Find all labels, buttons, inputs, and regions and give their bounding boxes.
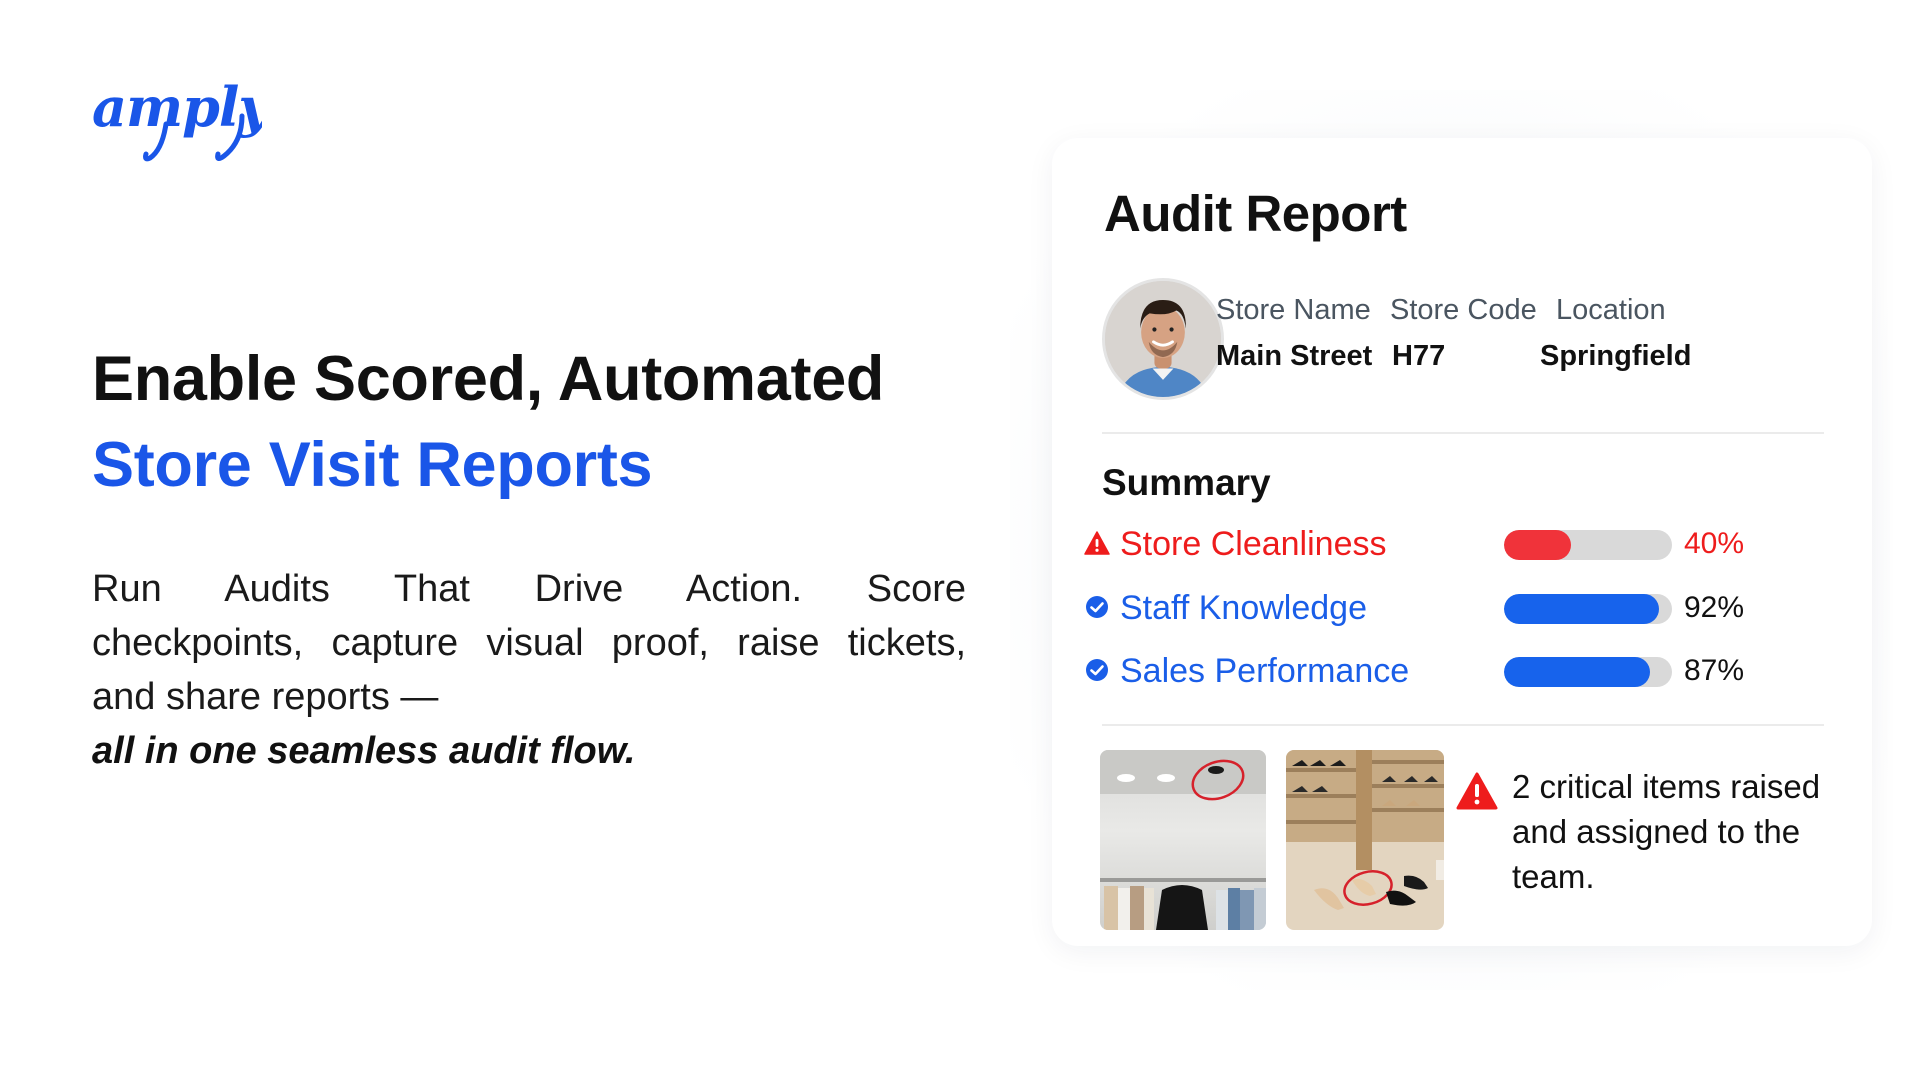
metric-value: 87% <box>1684 654 1745 687</box>
progress-bar-fill <box>1504 530 1571 560</box>
check-circle-icon <box>1084 594 1110 620</box>
metric-row: Staff Knowledge 92% <box>1084 586 1784 630</box>
hero-description: Run Audits That Drive Action. Score chec… <box>92 562 966 778</box>
metric-row: Store Cleanliness 40% <box>1084 522 1784 566</box>
metric-value: 40% <box>1684 527 1745 560</box>
metric-row: Sales Performance 87% <box>1084 649 1784 693</box>
warning-icon <box>1084 530 1110 556</box>
ceiling-light-photo[interactable] <box>1100 750 1266 930</box>
progress-bar-fill <box>1504 657 1650 687</box>
metric-name: Staff Knowledge <box>1120 589 1367 627</box>
summary-title: Summary <box>1102 462 1271 503</box>
audit-report-title: Audit Report <box>1104 185 1407 242</box>
hero-description-emphasis: all in one seamless audit flow. <box>92 730 636 772</box>
divider-bottom <box>1102 724 1824 726</box>
metric-value: 92% <box>1684 591 1745 624</box>
progress-bar <box>1504 530 1672 560</box>
metric-name: Store Cleanliness <box>1120 525 1387 563</box>
location-value: Springfield <box>1540 340 1692 372</box>
store-name-label: Store Name <box>1216 294 1371 326</box>
store-code-value: H77 <box>1392 340 1446 372</box>
hero-title-line-2: Store Visit Reports <box>92 430 653 500</box>
warning-icon <box>1456 772 1498 810</box>
check-circle-icon <box>1084 657 1110 683</box>
progress-bar <box>1504 657 1672 687</box>
progress-bar <box>1504 594 1672 624</box>
hero-description-line-3: and share reports — <box>92 676 439 718</box>
audit-report-card: Audit Report Store Name Main Street Stor… <box>1052 138 1872 946</box>
hero-title: Enable Scored, Automated Store Visit Rep… <box>92 336 884 508</box>
person-avatar-icon <box>1105 281 1221 397</box>
page: amply Enable Scored, Automated Store Vis… <box>0 0 1920 1080</box>
shoe-display-photo[interactable] <box>1286 750 1444 930</box>
brand-logo[interactable]: amply <box>92 64 274 174</box>
location-label: Location <box>1556 294 1666 326</box>
hero-title-line-1: Enable Scored, Automated <box>92 344 885 414</box>
logo-wordmark: amply <box>92 75 262 139</box>
store-code-label: Store Code <box>1390 294 1537 326</box>
store-name-value: Main Street <box>1216 340 1373 372</box>
hero-description-line-1: Run Audits That Drive Action. Score <box>92 568 966 610</box>
critical-items-message: 2 critical items raised and assigned to … <box>1512 768 1821 895</box>
auditor-avatar <box>1102 278 1224 400</box>
hero-description-line-2: checkpoints, capture visual proof, raise… <box>92 622 966 664</box>
logo-icon: amply <box>92 75 274 162</box>
metric-name: Sales Performance <box>1120 652 1410 690</box>
divider-top <box>1102 432 1824 434</box>
progress-bar-fill <box>1504 594 1659 624</box>
